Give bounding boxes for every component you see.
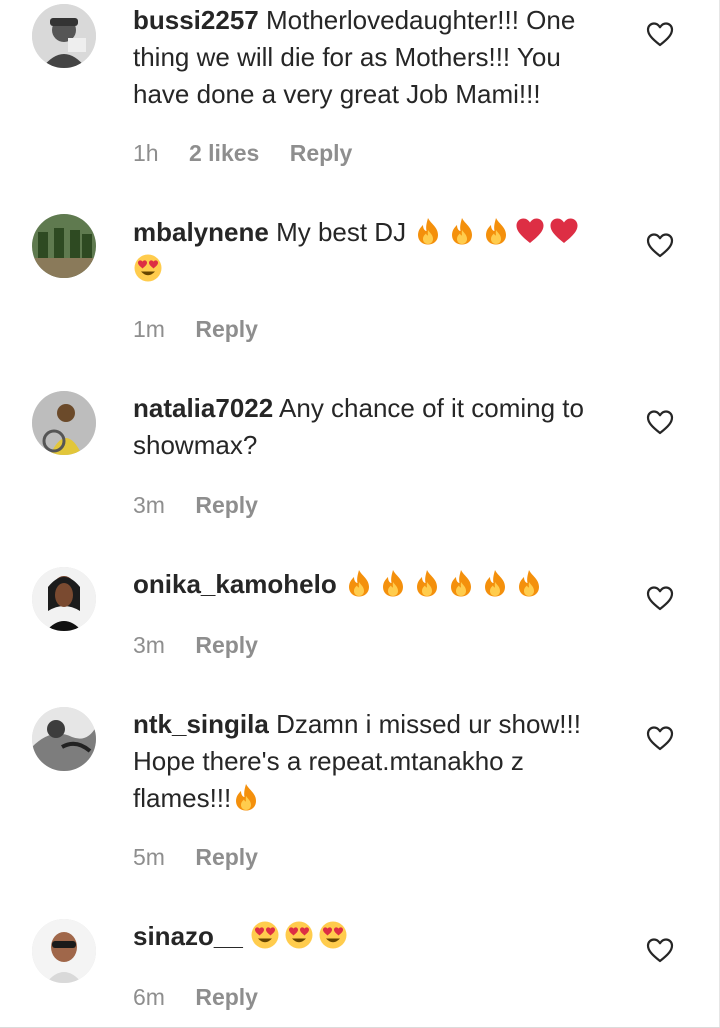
fire-icon <box>480 568 510 598</box>
comment-meta: 6m Reply <box>133 984 282 1011</box>
fire-icon <box>412 568 442 598</box>
avatar[interactable] <box>32 707 96 771</box>
avatar[interactable] <box>32 567 96 631</box>
heart-outline-icon[interactable] <box>646 585 674 611</box>
comment-time: 1m <box>133 316 165 342</box>
comment-body: My best DJ <box>276 217 407 247</box>
comment-meta: 1h 2 likes Reply <box>133 140 376 167</box>
comment-time: 3m <box>133 632 165 658</box>
comment-time: 6m <box>133 984 165 1010</box>
reply-button[interactable]: Reply <box>195 316 258 342</box>
heart-outline-icon[interactable] <box>646 409 674 435</box>
heart-outline-icon[interactable] <box>646 232 674 258</box>
fire-icon <box>344 568 374 598</box>
reply-button[interactable]: Reply <box>195 632 258 658</box>
comment-username[interactable]: sinazo__ <box>133 921 243 951</box>
comment-meta: 5m Reply <box>133 844 282 871</box>
comment-username[interactable]: bussi2257 <box>133 5 259 35</box>
comment-text: sinazo__ <box>133 918 608 955</box>
avatar[interactable] <box>32 919 96 983</box>
reply-button[interactable]: Reply <box>195 844 258 870</box>
red-heart-icon <box>549 216 579 246</box>
fire-icon <box>231 782 261 812</box>
comment-text: onika_kamohelo <box>133 566 608 603</box>
red-heart-icon <box>515 216 545 246</box>
heart-outline-icon[interactable] <box>646 937 674 963</box>
comment-meta: 1m Reply <box>133 316 282 343</box>
comment-username[interactable]: onika_kamohelo <box>133 569 337 599</box>
comment-text: mbalynene My best DJ <box>133 214 608 288</box>
comment-username[interactable]: natalia7022 <box>133 393 273 423</box>
comment-text: bussi2257 Motherlovedaughter!!! One thin… <box>133 2 608 113</box>
comment-meta: 3m Reply <box>133 492 282 519</box>
fire-icon <box>413 216 443 246</box>
avatar[interactable] <box>32 4 96 68</box>
heart-eyes-icon <box>318 920 348 950</box>
heart-eyes-icon <box>284 920 314 950</box>
fire-icon <box>446 568 476 598</box>
avatar[interactable] <box>32 391 96 455</box>
avatar[interactable] <box>32 214 96 278</box>
heart-eyes-icon <box>250 920 280 950</box>
comment-username[interactable]: ntk_singila <box>133 709 269 739</box>
fire-icon <box>378 568 408 598</box>
comment-meta: 3m Reply <box>133 632 282 659</box>
comment-username[interactable]: mbalynene <box>133 217 269 247</box>
comment-time: 3m <box>133 492 165 518</box>
fire-icon <box>514 568 544 598</box>
fire-icon <box>447 216 477 246</box>
reply-button[interactable]: Reply <box>195 984 258 1010</box>
heart-outline-icon[interactable] <box>646 725 674 751</box>
comment-likes-count[interactable]: 2 likes <box>189 140 259 166</box>
heart-eyes-icon <box>133 253 163 283</box>
reply-button[interactable]: Reply <box>195 492 258 518</box>
heart-outline-icon[interactable] <box>646 21 674 47</box>
comment-time: 5m <box>133 844 165 870</box>
comment-text: ntk_singila Dzamn i missed ur show!!! Ho… <box>133 706 608 817</box>
reply-button[interactable]: Reply <box>290 140 353 166</box>
comment-text: natalia7022 Any chance of it coming to s… <box>133 390 608 464</box>
fire-icon <box>481 216 511 246</box>
comment-time: 1h <box>133 140 159 166</box>
